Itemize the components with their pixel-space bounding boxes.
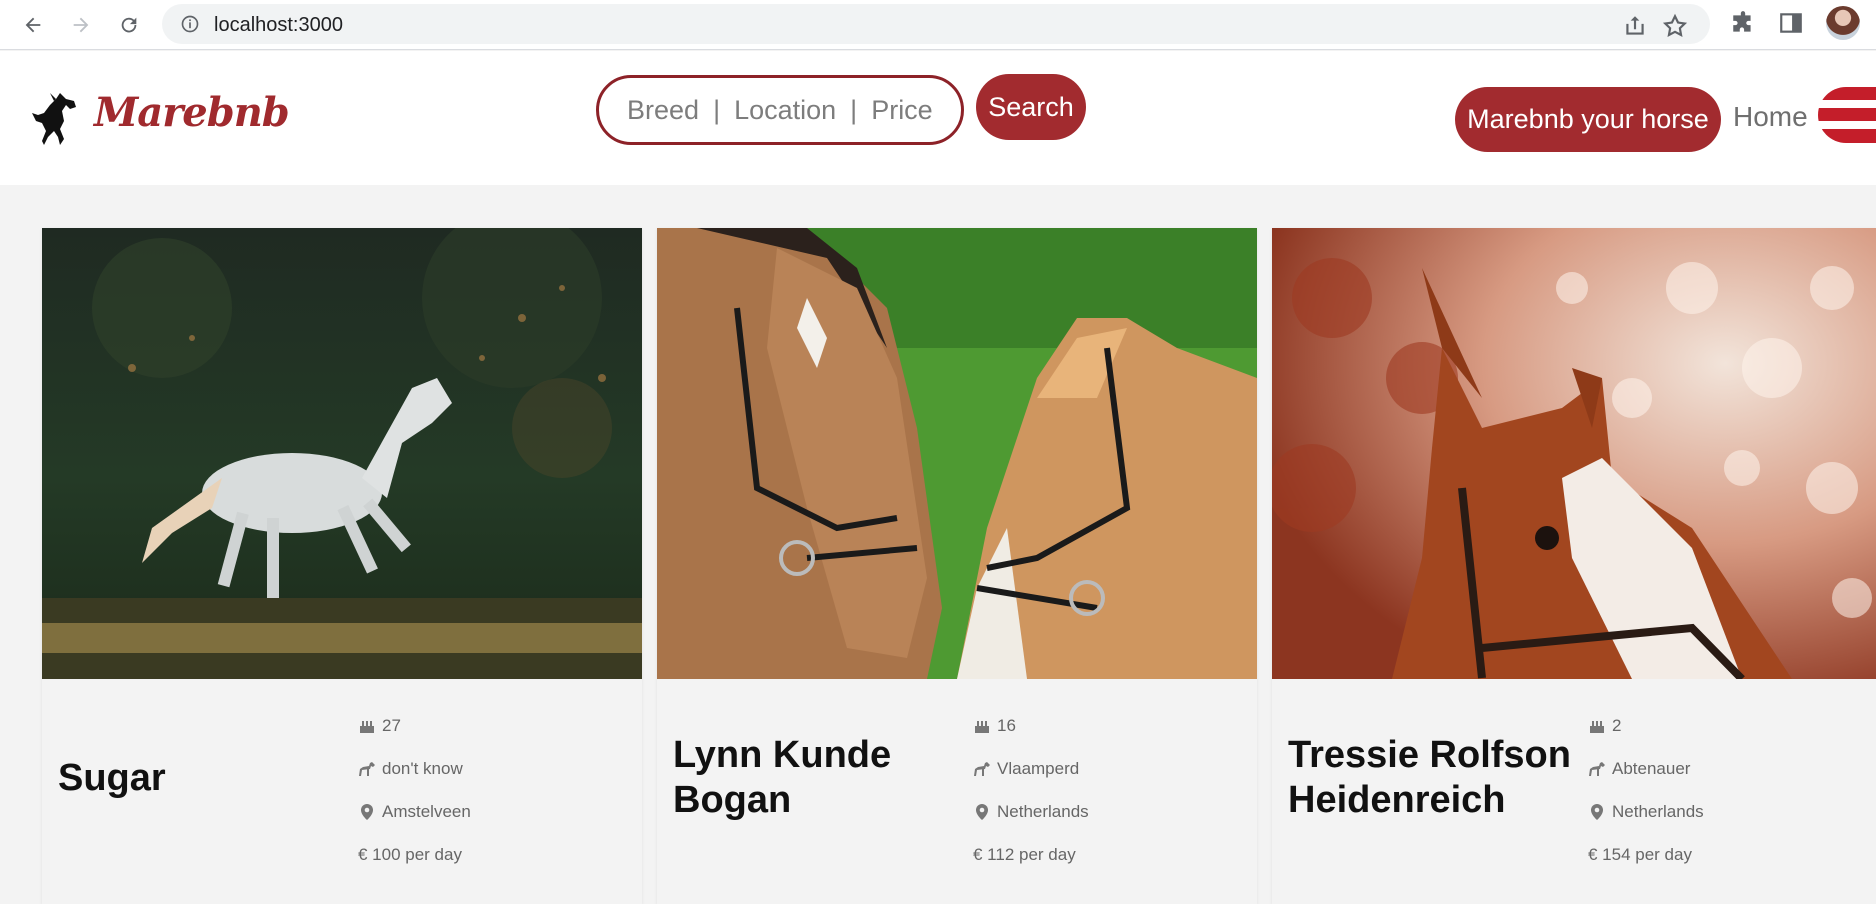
search-price-field[interactable]: Price <box>871 95 933 126</box>
map-marker-icon <box>1591 803 1603 820</box>
search-separator: | <box>713 94 721 125</box>
back-button[interactable] <box>16 8 50 42</box>
birthday-cake-icon <box>975 720 989 733</box>
birthday-cake-icon <box>1590 720 1604 733</box>
map-marker-icon <box>361 803 373 820</box>
search-button[interactable]: Search <box>976 74 1086 140</box>
horse-card[interactable]: Sugar 27 don't know Amstelveen € 100 per… <box>42 228 642 904</box>
rearing-horse-logo-icon[interactable] <box>30 91 80 147</box>
horse-icon <box>1589 761 1605 776</box>
profile-avatar[interactable] <box>1826 6 1860 40</box>
birthday-cake-icon <box>360 720 374 733</box>
horse-age: 27 <box>358 704 628 747</box>
horse-photo-white-horse[interactable] <box>42 228 642 679</box>
horse-location: Amstelveen <box>358 790 628 833</box>
horse-name[interactable]: Tressie Rolfson Heidenreich <box>1288 733 1578 823</box>
horse-name[interactable]: Sugar <box>58 756 348 801</box>
horse-name[interactable]: Lynn Kunde Bogan <box>673 733 963 823</box>
address-url: localhost:3000 <box>214 14 343 36</box>
horse-icon <box>974 761 990 776</box>
horse-price: € 112 per day <box>973 844 1076 864</box>
horse-card[interactable]: Tressie Rolfson Heidenreich 2 Abtenauer … <box>1272 228 1876 904</box>
horse-details: 16 Vlaamperd Netherlands € 112 per day <box>973 704 1243 876</box>
marebnb-your-horse-button[interactable]: Marebnb your horse <box>1455 87 1721 152</box>
horse-details: 27 don't know Amstelveen € 100 per day <box>358 704 628 876</box>
horse-icon <box>359 761 375 776</box>
horse-age: 2 <box>1588 704 1858 747</box>
home-link[interactable]: Home <box>1733 101 1808 133</box>
horse-photo-two-brown-horses[interactable] <box>657 228 1257 679</box>
address-bar[interactable]: localhost:3000 <box>162 4 1710 44</box>
bookmark-star-icon[interactable] <box>1662 13 1688 39</box>
hamburger-menu-icon[interactable] <box>1818 87 1876 143</box>
search-breed-field[interactable]: Breed <box>627 95 699 126</box>
forward-button[interactable] <box>64 8 98 42</box>
browser-toolbar: localhost:3000 <box>0 0 1876 50</box>
reload-button[interactable] <box>112 8 146 42</box>
horse-card[interactable]: Lynn Kunde Bogan 16 Vlaamperd Netherland… <box>657 228 1257 904</box>
horse-breed: Abtenauer <box>1588 747 1858 790</box>
search-separator: | <box>850 94 858 125</box>
brand-name[interactable]: Marebnb <box>94 89 290 136</box>
horse-photo-chestnut-horse[interactable] <box>1272 228 1876 679</box>
search-location-field[interactable]: Location <box>734 95 836 126</box>
info-icon[interactable] <box>180 14 200 34</box>
search-bar[interactable]: Breed | Location | Price <box>596 75 964 145</box>
share-icon[interactable] <box>1622 13 1648 39</box>
extensions-puzzle-icon[interactable] <box>1730 10 1756 36</box>
arrow-left-icon <box>25 17 41 33</box>
horse-details: 2 Abtenauer Netherlands € 154 per day <box>1588 704 1858 876</box>
arrow-right-icon <box>73 17 89 33</box>
reload-icon <box>121 17 137 33</box>
horse-price: € 100 per day <box>358 844 462 864</box>
horse-age: 16 <box>973 704 1243 747</box>
site-header: Marebnb Breed | Location | Price Search … <box>0 51 1876 185</box>
horse-location: Netherlands <box>973 790 1243 833</box>
side-panel-icon[interactable] <box>1778 10 1804 36</box>
horse-price: € 154 per day <box>1588 844 1692 864</box>
horse-location: Netherlands <box>1588 790 1858 833</box>
horse-breed: don't know <box>358 747 628 790</box>
map-marker-icon <box>976 803 988 820</box>
horse-breed: Vlaamperd <box>973 747 1243 790</box>
